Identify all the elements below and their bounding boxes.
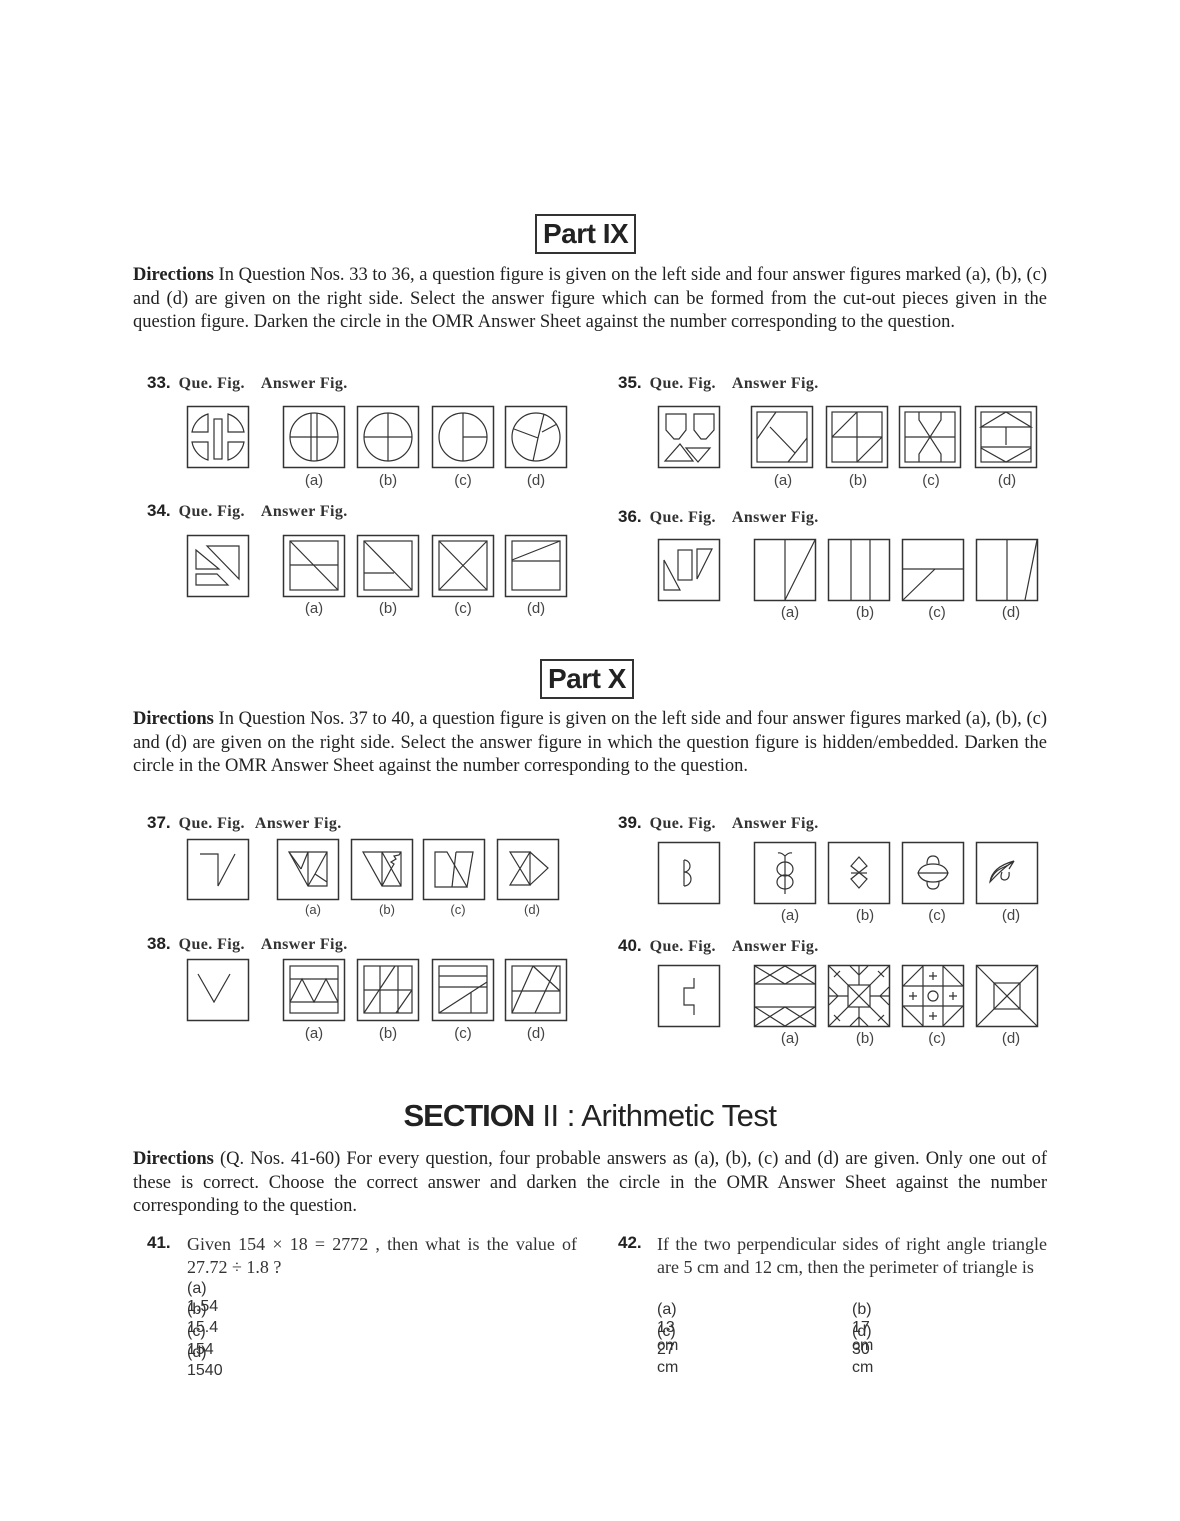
q38-answer-b[interactable]: [356, 958, 420, 1022]
q37-question-figure: [186, 838, 250, 901]
q36-label-d: (d): [1001, 604, 1021, 621]
q38-label-a: (a): [304, 1025, 324, 1042]
directions-label: Directions: [133, 265, 214, 285]
directions-label: Directions: [133, 709, 214, 729]
q34-answer-a[interactable]: [282, 534, 346, 598]
part-ix-directions: Directions In Question Nos. 33 to 36, a …: [133, 264, 1047, 335]
q37-answer-a[interactable]: [276, 838, 340, 901]
q39-label-d: (d): [1001, 907, 1021, 924]
question-36-header: 36. Que. Fig. Answer Fig.: [618, 507, 819, 526]
q36-question-figure: [657, 538, 721, 602]
question-35-header: 35. Que. Fig. Answer Fig.: [618, 373, 819, 392]
q36-answer-a[interactable]: [753, 538, 817, 602]
q42-option-d[interactable]: (d) 30 cm: [852, 1323, 873, 1377]
q35-label-a: (a): [773, 472, 793, 489]
q39-label-a: (a): [780, 907, 800, 924]
q34-answer-c[interactable]: [431, 534, 495, 598]
question-37-header: 37. Que. Fig. Answer Fig.: [147, 813, 342, 832]
part-ix-title: Part IX: [535, 214, 637, 254]
q39-answer-b[interactable]: [827, 841, 891, 905]
q36-label-c: (c): [928, 604, 946, 621]
part-x-directions: Directions In Question Nos. 37 to 40, a …: [133, 708, 1047, 779]
q38-answer-c[interactable]: [431, 958, 495, 1022]
q36-answer-b[interactable]: [827, 538, 891, 602]
q37-answer-b[interactable]: [350, 838, 414, 901]
question-33-header: 33. Que. Fig. Answer Fig.: [147, 373, 348, 392]
q34-question-figure: [186, 534, 250, 598]
q38-answer-d[interactable]: [504, 958, 568, 1022]
q35-label-d: (d): [997, 472, 1017, 489]
q40-answer-a[interactable]: [753, 964, 817, 1028]
q38-label-b: (b): [378, 1025, 398, 1042]
question-42-text: If the two perpendicular sides of right …: [657, 1234, 1047, 1277]
q40-question-figure: [657, 964, 721, 1028]
q35-answer-a[interactable]: [750, 405, 814, 469]
q33-label-a: (a): [304, 472, 324, 489]
directions-text: In Question Nos. 37 to 40, a question fi…: [133, 709, 1047, 776]
q37-label-b: (b): [379, 902, 395, 917]
q35-answer-d[interactable]: [974, 405, 1038, 469]
q33-label-c: (c): [454, 472, 472, 489]
question-40-header: 40. Que. Fig. Answer Fig.: [618, 936, 819, 955]
q40-answer-d[interactable]: [975, 964, 1039, 1028]
q40-answer-b[interactable]: [827, 964, 891, 1028]
q38-question-figure: [186, 958, 250, 1022]
q34-label-b: (b): [378, 600, 398, 617]
q39-label-c: (c): [928, 907, 946, 924]
q38-answer-a[interactable]: [282, 958, 346, 1022]
q40-label-a: (a): [780, 1030, 800, 1047]
q36-answer-c[interactable]: [901, 538, 965, 602]
q34-label-d: (d): [526, 600, 546, 617]
q37-answer-c[interactable]: [422, 838, 486, 901]
q38-label-d: (d): [526, 1025, 546, 1042]
q35-answer-b[interactable]: [825, 405, 889, 469]
section-2-directions: Directions (Q. Nos. 41-60) For every que…: [133, 1148, 1047, 1219]
q35-answer-c[interactable]: [898, 405, 962, 469]
directions-text: In Question Nos. 33 to 36, a question fi…: [133, 265, 1047, 332]
q40-label-d: (d): [1001, 1030, 1021, 1047]
section-2-title: SECTION II : Arithmetic Test: [403, 1098, 777, 1133]
q36-label-b: (b): [855, 604, 875, 621]
q33-label-d: (d): [526, 472, 546, 489]
q34-label-c: (c): [454, 600, 472, 617]
q38-label-c: (c): [454, 1025, 472, 1042]
q36-label-a: (a): [780, 604, 800, 621]
q37-label-d: (d): [524, 902, 540, 917]
q34-answer-b[interactable]: [356, 534, 420, 598]
q34-label-a: (a): [304, 600, 324, 617]
q39-question-figure: [657, 841, 721, 905]
q33-question-figure: [186, 405, 250, 469]
q37-label-c: (c): [450, 902, 466, 917]
q39-answer-a[interactable]: [753, 841, 817, 905]
q35-label-c: (c): [922, 472, 940, 489]
part-x-title: Part X: [540, 659, 634, 699]
q37-label-a: (a): [305, 902, 321, 917]
q39-label-b: (b): [855, 907, 875, 924]
question-34-header: 34. Que. Fig. Answer Fig.: [147, 501, 348, 520]
q36-answer-d[interactable]: [975, 538, 1039, 602]
directions-label: Directions: [133, 1149, 214, 1169]
q41-option-d[interactable]: (d) 1540: [187, 1344, 223, 1380]
q33-answer-b[interactable]: [356, 405, 420, 469]
q42-option-c[interactable]: (c) 27 cm: [657, 1323, 678, 1377]
question-38-header: 38. Que. Fig. Answer Fig.: [147, 934, 348, 953]
q33-answer-a[interactable]: [282, 405, 346, 469]
question-39-header: 39. Que. Fig. Answer Fig.: [618, 813, 819, 832]
q35-label-b: (b): [848, 472, 868, 489]
q39-answer-c[interactable]: [901, 841, 965, 905]
q35-question-figure: [657, 405, 721, 469]
q33-answer-d[interactable]: [504, 405, 568, 469]
q40-answer-c[interactable]: [901, 964, 965, 1028]
directions-text: (Q. Nos. 41-60) For every question, four…: [133, 1149, 1047, 1216]
q33-label-b: (b): [378, 472, 398, 489]
q40-label-b: (b): [855, 1030, 875, 1047]
q34-answer-d[interactable]: [504, 534, 568, 598]
q37-answer-d[interactable]: [496, 838, 560, 901]
q33-answer-c[interactable]: [431, 405, 495, 469]
question-41-text: Given 154 × 18 = 2772 , then what is the…: [187, 1234, 577, 1277]
q40-label-c: (c): [928, 1030, 946, 1047]
q39-answer-d[interactable]: [975, 841, 1039, 905]
